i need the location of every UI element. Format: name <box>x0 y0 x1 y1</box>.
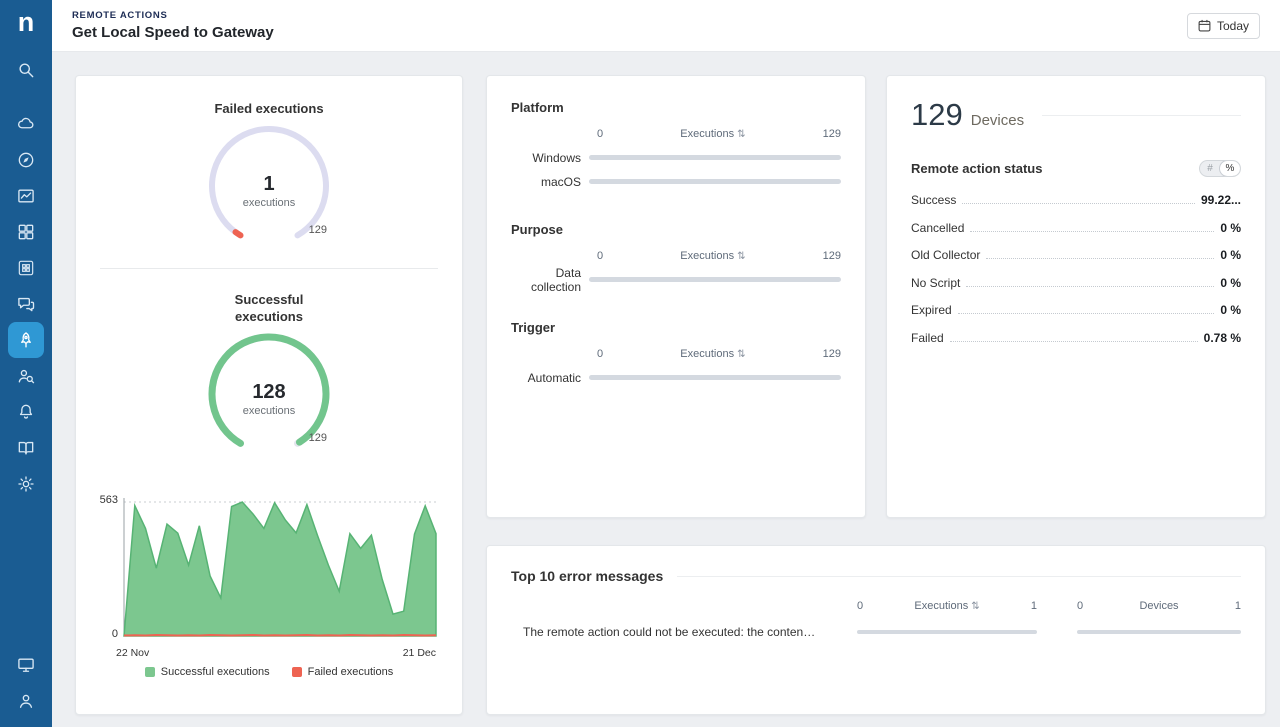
applications-grid-icon[interactable] <box>8 214 44 250</box>
sidebar: n <box>0 0 52 727</box>
support-monitor-icon[interactable] <box>8 647 44 683</box>
devices-count-label: Devices <box>971 112 1024 129</box>
executions-card: Failed executions 1 executions 129 Succe… <box>75 75 463 715</box>
bar-row-windows: Windows <box>511 151 841 164</box>
legend-failed-swatch <box>292 667 302 677</box>
successful-executions-gauge: 128 executions 129 <box>199 332 339 462</box>
failed-gauge-max-label: 129 <box>309 224 327 236</box>
executions-trend-chart <box>123 496 438 642</box>
toggle-percent-option[interactable]: % <box>1220 161 1240 176</box>
calendar-icon <box>1198 19 1211 32</box>
error-message-row: The remote action could not be executed:… <box>511 625 1241 639</box>
status-row-no-script: No Script0 % <box>911 276 1241 290</box>
bar-row-data-collection: Data collection <box>511 273 841 286</box>
failed-gauge-unit: executions <box>199 196 339 210</box>
platform-title: Platform <box>511 100 841 115</box>
breadcrumb: REMOTE ACTIONS <box>72 10 274 21</box>
failed-executions-gauge: 1 executions 129 <box>199 124 339 254</box>
header-rule <box>677 576 1241 577</box>
header-rule <box>1042 115 1241 116</box>
platform-section: Platform 0 Executions⇅ 129 Windows macOS <box>511 100 841 188</box>
date-range-label: Today <box>1217 19 1249 33</box>
bar-row-macos: macOS <box>511 175 841 188</box>
legend-failed: Failed executions <box>292 666 394 678</box>
sort-icon[interactable]: ⇅ <box>971 601 979 612</box>
status-row-cancelled: Cancelled0 % <box>911 221 1241 235</box>
purpose-axis: 0 Executions⇅ 129 <box>597 250 841 262</box>
trend-legend: Successful executions Failed executions <box>76 666 462 678</box>
administration-gear-icon[interactable] <box>8 466 44 502</box>
devices-icon[interactable] <box>8 106 44 142</box>
trigger-axis: 0 Executions⇅ 129 <box>597 348 841 360</box>
error-messages-card: Top 10 error messages 0 Executions⇅ 1 0 … <box>486 545 1266 715</box>
success-gauge-unit: executions <box>199 404 339 418</box>
platform-axis: 0 Executions⇅ 129 <box>597 128 841 140</box>
failed-executions-title: Failed executions <box>76 101 462 116</box>
page-title: Get Local Speed to Gateway <box>72 24 274 41</box>
failed-gauge-value: 1 <box>199 172 339 196</box>
errors-axis-row: 0 Executions⇅ 1 0 Devices 1 <box>511 600 1241 612</box>
status-title: Remote action status <box>911 161 1042 176</box>
trend-x-end-label: 21 Dec <box>403 647 436 659</box>
sort-icon[interactable]: ⇅ <box>737 129 745 140</box>
purpose-title: Purpose <box>511 222 841 237</box>
purpose-section: Purpose 0 Executions⇅ 129 Data collectio… <box>511 222 841 286</box>
success-gauge-max-label: 129 <box>309 432 327 444</box>
devices-axis: 0 Devices 1 <box>1077 600 1241 612</box>
status-header: Remote action status # % <box>911 160 1241 177</box>
toggle-count-option[interactable]: # <box>1200 161 1220 176</box>
trigger-title: Trigger <box>511 320 841 335</box>
software-icon[interactable] <box>8 250 44 286</box>
count-percent-toggle[interactable]: # % <box>1199 160 1241 177</box>
devices-count: 129 <box>911 98 963 132</box>
experience-compass-icon[interactable] <box>8 142 44 178</box>
successful-executions-title: Successful executions <box>204 292 334 326</box>
status-row-failed: Failed0.78 % <box>911 331 1241 345</box>
devices-count-header: 129 Devices <box>911 98 1241 132</box>
alerts-bell-icon[interactable] <box>8 394 44 430</box>
status-row-expired: Expired0 % <box>911 303 1241 317</box>
bar-row-automatic: Automatic <box>511 371 841 384</box>
card-divider <box>100 268 438 269</box>
trigger-section: Trigger 0 Executions⇅ 129 Automatic <box>511 320 841 384</box>
sort-icon[interactable]: ⇅ <box>737 251 745 262</box>
error-message-text: The remote action could not be executed:… <box>511 625 817 639</box>
errors-header: Top 10 error messages <box>511 568 1241 584</box>
remote-actions-rocket-icon[interactable] <box>8 322 44 358</box>
search-icon[interactable] <box>8 52 44 88</box>
engage-chat-icon[interactable] <box>8 286 44 322</box>
account-person-icon[interactable] <box>8 683 44 719</box>
devices-card: 129 Devices Remote action status # % Suc… <box>886 75 1266 518</box>
top-header: REMOTE ACTIONS Get Local Speed to Gatewa… <box>52 0 1280 52</box>
library-book-icon[interactable] <box>8 430 44 466</box>
brand-logo: n <box>18 9 35 36</box>
legend-successful: Successful executions <box>145 666 270 678</box>
errors-title: Top 10 error messages <box>511 568 663 584</box>
date-range-button[interactable]: Today <box>1187 13 1260 39</box>
status-row-success: Success99.22... <box>911 193 1241 207</box>
trend-y-min-label: 0 <box>82 628 118 640</box>
breakdown-card: Platform 0 Executions⇅ 129 Windows macOS… <box>486 75 866 518</box>
main-content: Failed executions 1 executions 129 Succe… <box>52 52 1280 727</box>
dashboards-icon[interactable] <box>8 178 44 214</box>
status-row-old-collector: Old Collector0 % <box>911 248 1241 262</box>
investigations-icon[interactable] <box>8 358 44 394</box>
legend-successful-swatch <box>145 667 155 677</box>
success-gauge-value: 128 <box>199 380 339 404</box>
trend-x-start-label: 22 Nov <box>116 647 149 659</box>
sort-icon[interactable]: ⇅ <box>737 349 745 360</box>
trend-y-max-label: 563 <box>82 494 118 506</box>
executions-axis: 0 Executions⇅ 1 <box>857 600 1037 612</box>
